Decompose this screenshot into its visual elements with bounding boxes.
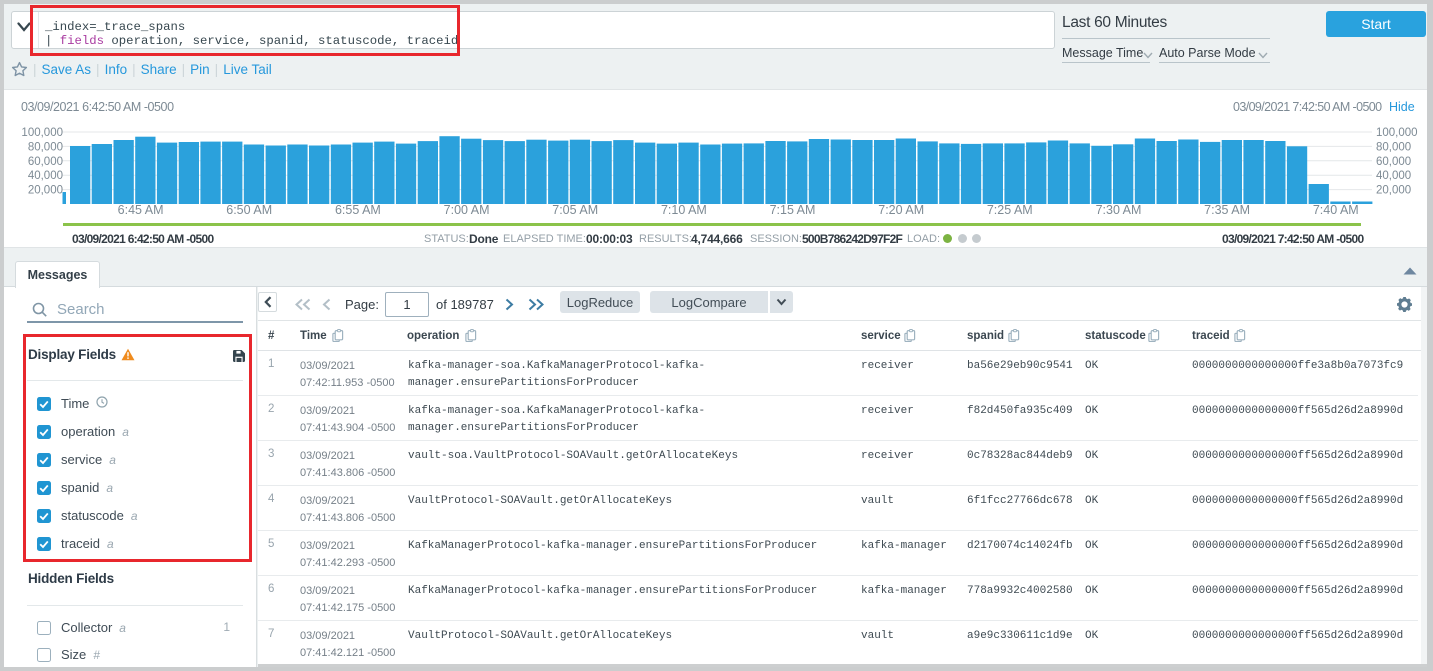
svg-text:60,000: 60,000 — [1376, 156, 1411, 168]
svg-text:7:10 AM: 7:10 AM — [661, 203, 707, 217]
svg-text:6:55 AM: 6:55 AM — [335, 203, 381, 217]
svg-text:60,000: 60,000 — [28, 156, 63, 168]
svg-text:80,000: 80,000 — [1376, 141, 1411, 153]
svg-text:7:20 AM: 7:20 AM — [878, 203, 924, 217]
svg-text:40,000: 40,000 — [28, 170, 63, 182]
svg-text:7:25 AM: 7:25 AM — [987, 203, 1033, 217]
svg-text:6:50 AM: 6:50 AM — [226, 203, 272, 217]
svg-text:100,000: 100,000 — [1376, 127, 1418, 139]
svg-text:40,000: 40,000 — [1376, 170, 1411, 182]
svg-text:80,000: 80,000 — [28, 141, 63, 153]
svg-text:7:15 AM: 7:15 AM — [770, 203, 816, 217]
svg-text:20,000: 20,000 — [1376, 185, 1411, 197]
svg-text:7:40 AM: 7:40 AM — [1313, 203, 1359, 217]
svg-text:7:30 AM: 7:30 AM — [1096, 203, 1142, 217]
svg-text:7:05 AM: 7:05 AM — [552, 203, 598, 217]
svg-text:100,000: 100,000 — [21, 127, 63, 139]
svg-text:7:35 AM: 7:35 AM — [1204, 203, 1250, 217]
svg-text:7:00 AM: 7:00 AM — [444, 203, 490, 217]
svg-text:6:45 AM: 6:45 AM — [118, 203, 164, 217]
svg-text:20,000: 20,000 — [28, 185, 63, 197]
